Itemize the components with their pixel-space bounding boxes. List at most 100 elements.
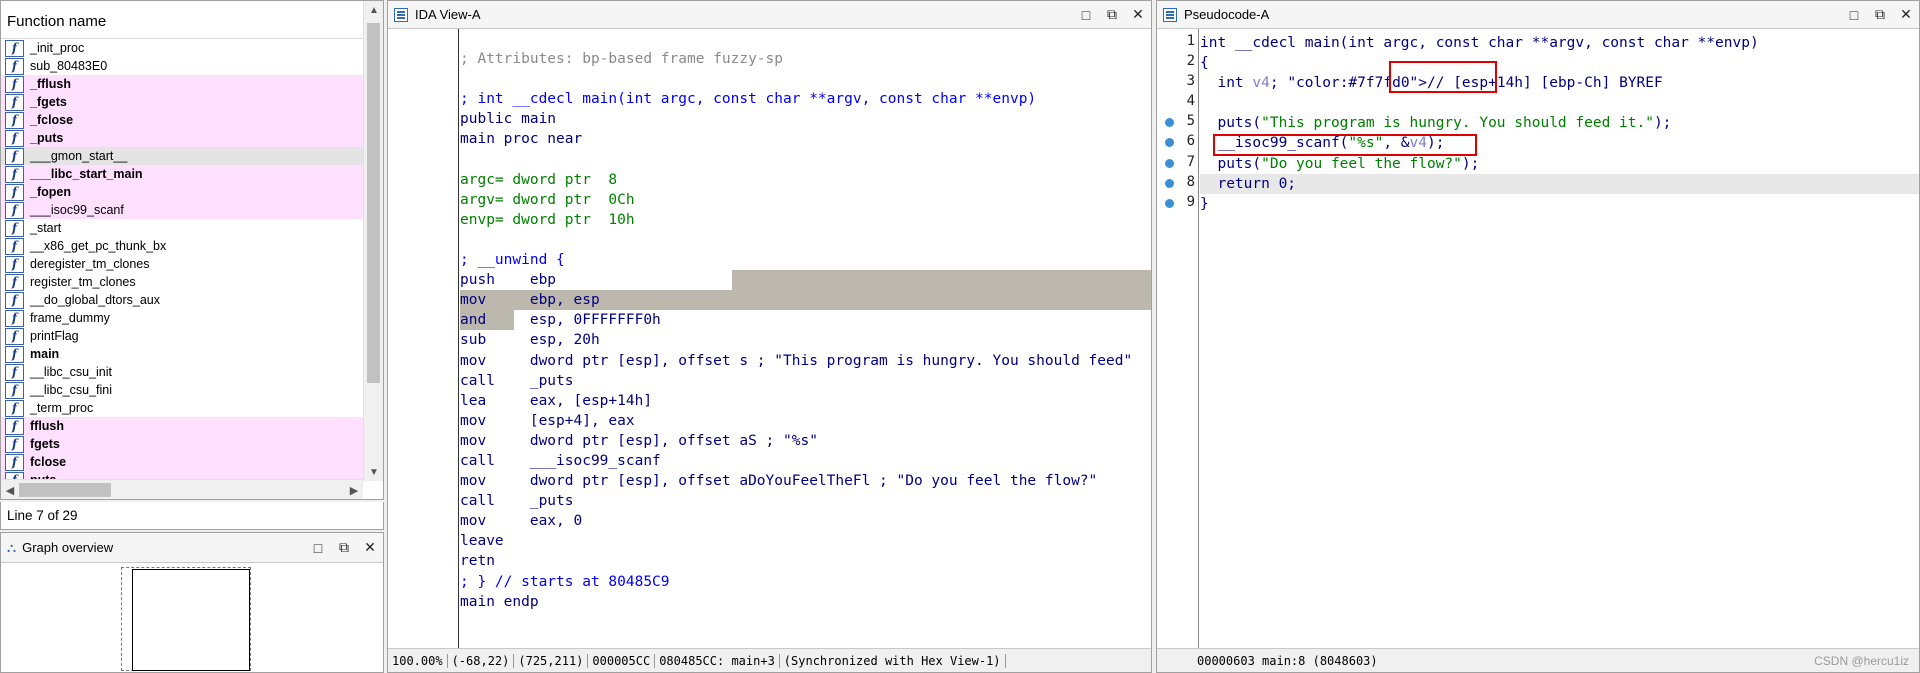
breakpoint-dot-icon[interactable] [1165, 138, 1174, 148]
disassembly-line[interactable]: mov ebp, esp [460, 290, 1151, 311]
disassembly-line[interactable]: ; int __cdecl main(int argc, const char … [460, 89, 1151, 109]
function-list-item[interactable]: f __do_global_dtors_aux [1, 291, 363, 309]
graph-overview-canvas[interactable] [121, 567, 251, 671]
pseudocode-line[interactable] [1200, 93, 1919, 113]
scroll-left-icon[interactable]: ◀ [1, 480, 19, 500]
breakpoint-dot-icon[interactable] [1165, 118, 1174, 128]
function-list-item[interactable]: f fclose [1, 453, 363, 471]
disassembly-line[interactable]: mov dword ptr [esp], offset aS ; "%s" [460, 431, 1151, 451]
disassembly-line[interactable] [460, 69, 1151, 89]
breakpoint-dot-icon[interactable] [1165, 158, 1174, 168]
pseudocode-line[interactable]: return 0; [1200, 173, 1919, 194]
close-icon[interactable]: ✕ [1893, 3, 1919, 27]
function-list-item[interactable]: f _fopen [1, 183, 363, 201]
line-number[interactable]: 6 [1157, 133, 1197, 153]
pseudocode-line[interactable]: } [1200, 194, 1919, 214]
function-list-item[interactable]: f frame_dummy [1, 309, 363, 327]
disassembly-line[interactable]: ; Attributes: bp-based frame fuzzy-sp [460, 49, 1151, 69]
disassembly-line[interactable]: lea eax, [esp+14h] [460, 391, 1151, 411]
disassembly-listing[interactable]: ; Attributes: bp-based frame fuzzy-sp ; i… [388, 29, 1151, 648]
line-number[interactable]: 8 [1157, 174, 1197, 194]
line-number[interactable]: 9 [1157, 194, 1197, 214]
function-list-item[interactable]: f _init_proc [1, 39, 363, 57]
function-list-item[interactable]: f __libc_csu_fini [1, 381, 363, 399]
function-list[interactable]: f _init_proc f sub_80483E0 f _fflush f _fgets f _… [1, 39, 363, 479]
scrollbar-thumb[interactable] [367, 23, 380, 383]
disassembly-line[interactable]: call _puts [460, 491, 1151, 511]
restore-icon[interactable]: ⧉ [1867, 3, 1893, 27]
pseudocode-line[interactable]: int v4; "color:#7f7fd0">// [esp+14h] [eb… [1200, 73, 1919, 93]
line-number[interactable]: 2 [1157, 53, 1197, 73]
scrollbar-thumb[interactable] [19, 483, 111, 497]
disassembly-line[interactable]: envp= dword ptr 10h [460, 210, 1151, 230]
disassembly-line[interactable]: mov eax, 0 [460, 511, 1151, 531]
disassembly-line[interactable]: leave [460, 531, 1151, 551]
pseudocode-line[interactable]: puts("Do you feel the flow?"); [1200, 154, 1919, 174]
function-list-item[interactable]: f _start [1, 219, 363, 237]
disassembly-line[interactable]: main endp [460, 592, 1151, 612]
function-list-item[interactable]: f sub_80483E0 [1, 57, 363, 75]
restore-icon[interactable]: ⧉ [1099, 3, 1125, 27]
function-list-item[interactable]: fputs [1, 471, 363, 479]
disassembly-line[interactable] [460, 29, 1151, 49]
disassembly-line[interactable]: push ebp [460, 270, 1151, 291]
function-list-item[interactable]: f _fflush [1, 75, 363, 93]
disassembly-line[interactable]: mov dword ptr [esp], offset s ; "This pr… [460, 351, 1151, 371]
disassembly-line[interactable]: and esp, 0FFFFFFF0h [460, 310, 1151, 331]
maximize-icon[interactable]: □ [305, 536, 331, 560]
function-list-item[interactable]: f main [1, 345, 363, 363]
disassembly-line[interactable]: mov dword ptr [esp], offset aDoYouFeelTh… [460, 471, 1151, 491]
restore-icon[interactable]: ⧉ [331, 536, 357, 560]
function-list-item[interactable]: f printFlag [1, 327, 363, 345]
disassembly-line[interactable]: call ___isoc99_scanf [460, 451, 1151, 471]
function-list-item[interactable]: f __x86_get_pc_thunk_bx [1, 237, 363, 255]
disassembly-line[interactable]: argv= dword ptr 0Ch [460, 190, 1151, 210]
line-number[interactable]: 4 [1157, 93, 1197, 113]
function-name-column-header[interactable]: Function name [1, 1, 363, 39]
function-list-item[interactable]: f ___isoc99_scanf [1, 201, 363, 219]
disassembly-line[interactable]: ; } // starts at 80485C9 [460, 572, 1151, 592]
pseudocode-line[interactable]: puts("This program is hungry. You should… [1200, 113, 1919, 133]
close-icon[interactable]: ✕ [357, 536, 383, 560]
disassembly-line[interactable]: public main [460, 109, 1151, 129]
function-list-item[interactable]: f fflush [1, 417, 363, 435]
function-list-item[interactable]: f _fgets [1, 93, 363, 111]
function-list-item[interactable]: f ___gmon_start__ [1, 147, 363, 165]
function-list-item[interactable]: f _fclose [1, 111, 363, 129]
scroll-down-icon[interactable]: ▼ [364, 463, 384, 481]
breakpoint-dot-icon[interactable] [1165, 178, 1174, 188]
function-list-item[interactable]: f __libc_csu_init [1, 363, 363, 381]
function-list-horizontal-scrollbar[interactable]: ◀ ▶ [1, 479, 363, 499]
disassembly-line[interactable]: call _puts [460, 371, 1151, 391]
pseudocode-line[interactable]: int __cdecl main(int argc, const char **… [1200, 33, 1919, 53]
disassembly-line[interactable]: mov [esp+4], eax [460, 411, 1151, 431]
function-list-item[interactable]: f _term_proc [1, 399, 363, 417]
function-list-item[interactable]: f _puts [1, 129, 363, 147]
disassembly-line[interactable]: argc= dword ptr 8 [460, 170, 1151, 190]
pseudocode-editor[interactable]: 1 2 3 4 5 6 7 8 9 int __cdecl main(int argc, con… [1157, 29, 1919, 648]
line-number[interactable]: 5 [1157, 113, 1197, 133]
breakpoint-dot-icon[interactable] [1165, 198, 1174, 208]
disassembly-line[interactable]: main proc near [460, 129, 1151, 149]
scroll-right-icon[interactable]: ▶ [345, 480, 363, 500]
line-number[interactable]: 3 [1157, 73, 1197, 93]
pseudocode-title[interactable]: Pseudocode-A [1184, 7, 1841, 22]
pseudocode-line[interactable]: { [1200, 53, 1919, 73]
disassembly-line[interactable]: retn [460, 551, 1151, 571]
disassembly-line[interactable] [460, 230, 1151, 250]
maximize-icon[interactable]: □ [1073, 3, 1099, 27]
close-icon[interactable]: ✕ [1125, 3, 1151, 27]
maximize-icon[interactable]: □ [1841, 3, 1867, 27]
function-list-item[interactable]: f fgets [1, 435, 363, 453]
ida-view-title[interactable]: IDA View-A [415, 7, 1073, 22]
disassembly-line[interactable]: ; __unwind { [460, 250, 1151, 270]
function-list-item[interactable]: f ___libc_start_main [1, 165, 363, 183]
disassembly-line[interactable]: sub esp, 20h [460, 330, 1151, 350]
function-list-item[interactable]: f deregister_tm_clones [1, 255, 363, 273]
disassembly-line[interactable] [460, 150, 1151, 170]
function-list-vertical-scrollbar[interactable]: ▲ ▼ [363, 1, 383, 481]
scroll-up-icon[interactable]: ▲ [364, 1, 384, 19]
line-number[interactable]: 7 [1157, 154, 1197, 174]
function-list-item[interactable]: f register_tm_clones [1, 273, 363, 291]
line-number[interactable]: 1 [1157, 33, 1197, 53]
